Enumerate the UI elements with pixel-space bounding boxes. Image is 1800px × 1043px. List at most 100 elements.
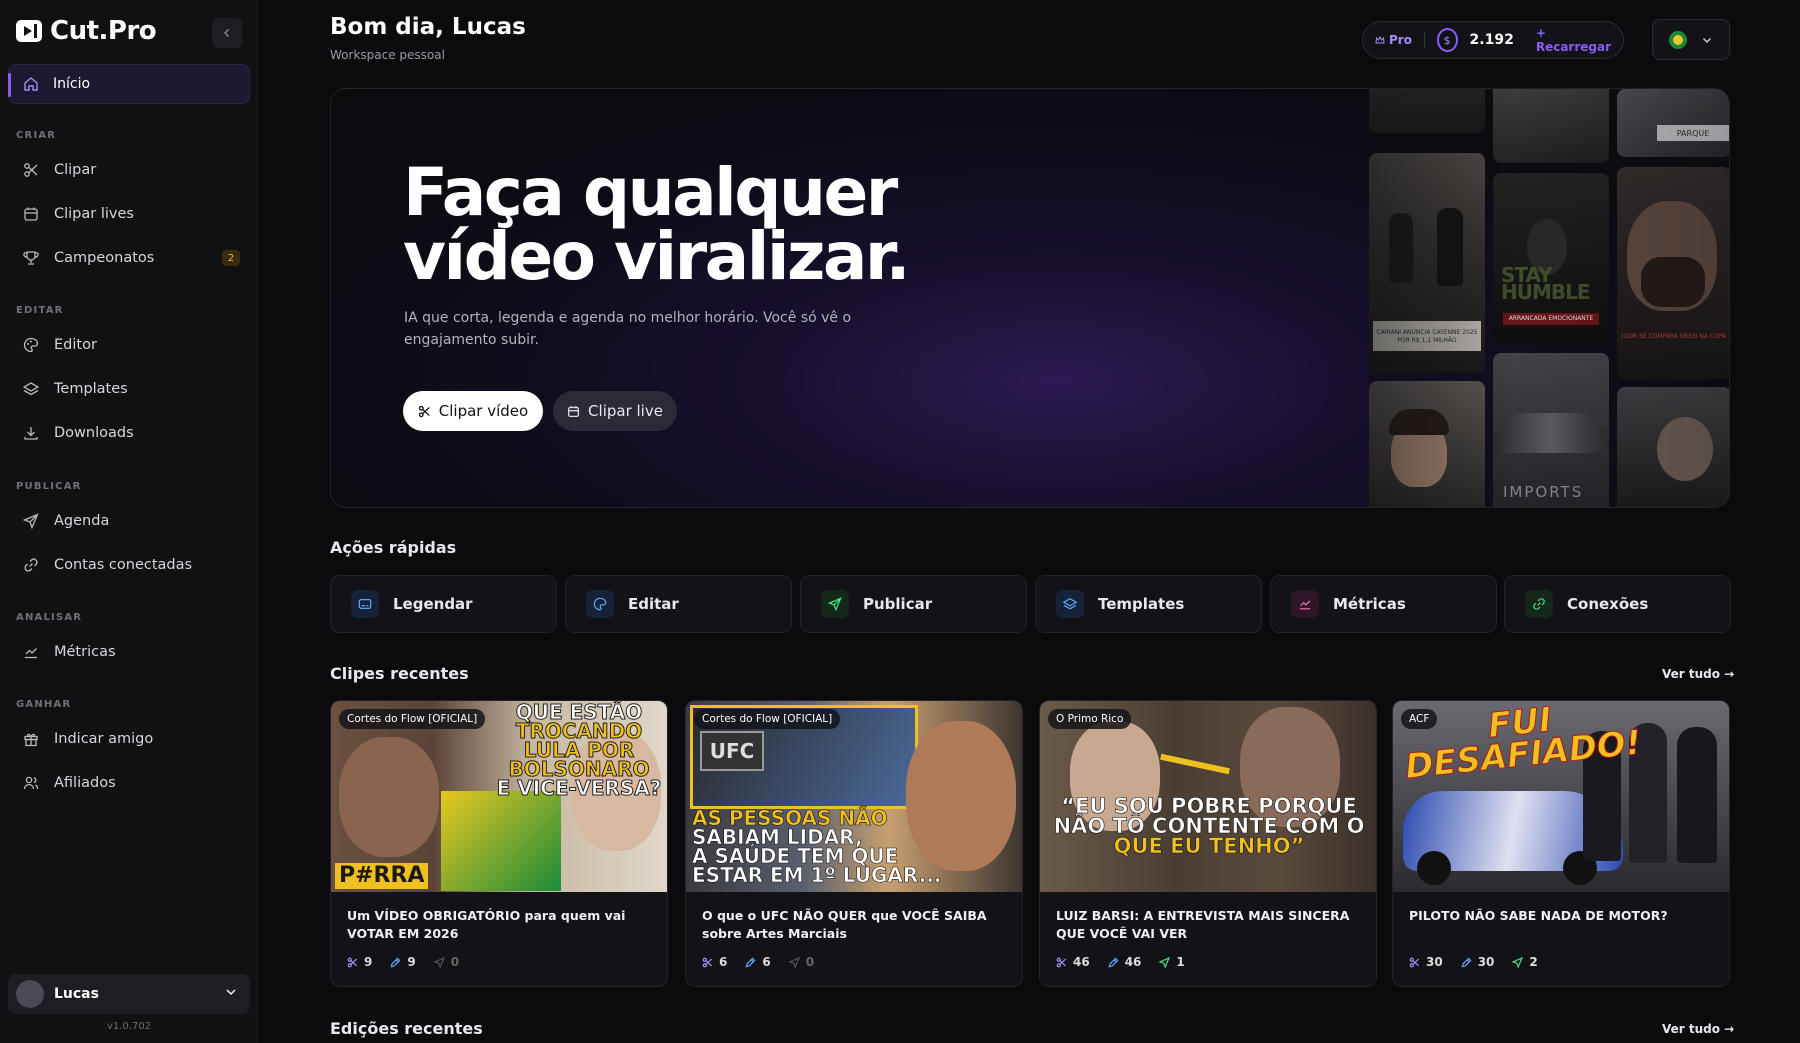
user-menu-button[interactable]: Lucas — [8, 974, 250, 1014]
sidebar-item-editor[interactable]: Editor — [8, 325, 250, 365]
sidebar-item-label: Afiliados — [54, 775, 116, 791]
sidebar-item-downloads[interactable]: Downloads — [8, 413, 250, 453]
clip-stats: 9 9 0 — [347, 955, 459, 969]
edit-icon — [745, 956, 756, 967]
mosaic-tile — [1493, 89, 1609, 163]
clip-video-button[interactable]: Clipar vídeo — [403, 391, 543, 431]
tile-caption: IMPORTS — [1503, 483, 1584, 501]
tile-caption: STAY HUMBLE — [1501, 263, 1591, 304]
sidebar-item-home[interactable]: Início — [8, 64, 250, 104]
caption-icon — [351, 590, 379, 618]
sidebar-item-indicar-amigo[interactable]: Indicar amigo — [8, 719, 250, 759]
scissors-icon — [1056, 957, 1067, 967]
clip-stats: 46 46 1 — [1056, 955, 1185, 969]
users-icon — [22, 774, 40, 792]
recent-edits-title: Edições recentes — [330, 1019, 483, 1038]
send-icon — [821, 590, 849, 618]
send-icon — [788, 956, 800, 968]
see-all-edits-link[interactable]: Ver tudo → — [1662, 1022, 1734, 1036]
trophy-icon — [22, 249, 40, 267]
crown-icon — [1375, 35, 1385, 44]
quick-action-templates[interactable]: Templates — [1035, 575, 1262, 633]
quick-action-label: Templates — [1098, 595, 1185, 613]
sidebar-item-agenda[interactable]: Agenda — [8, 501, 250, 541]
user-name: Lucas — [54, 986, 99, 1002]
quick-action-label: Métricas — [1333, 595, 1406, 613]
chevron-down-icon — [226, 989, 236, 996]
quick-action-metricas[interactable]: Métricas — [1270, 575, 1497, 633]
mosaic-tile — [1369, 89, 1485, 133]
clip-thumbnail: UFC AS PESSOAS NÃO SABIAM LIDAR, A SAÚDE… — [686, 701, 1022, 892]
clip-card[interactable]: UFC AS PESSOAS NÃO SABIAM LIDAR, A SAÚDE… — [685, 700, 1023, 987]
tile-caption: PARQUE — [1657, 125, 1729, 141]
sidebar-item-label: Clipar — [54, 162, 97, 178]
clip-count: 6 — [719, 955, 728, 969]
sidebar-item-clipar[interactable]: Clipar — [8, 150, 250, 190]
section-title-editar: EDITAR — [16, 305, 64, 316]
link-icon — [1525, 590, 1553, 618]
mosaic-tile: IMPORTS — [1493, 353, 1609, 507]
plan-badge[interactable]: Pro — [1375, 33, 1412, 47]
clip-live-button[interactable]: Clipar live — [553, 391, 677, 431]
mosaic-tile: IGOR SE COMPARA NESSI NA COPA — [1617, 167, 1729, 379]
clip-thumbnail: “EU SOU POBRE PORQUE NÃO TÔ CONTENTE COM… — [1040, 701, 1376, 892]
sidebar-item-label: Agenda — [54, 513, 110, 529]
palette-icon — [586, 590, 614, 618]
thumbnail-text: AS PESSOAS NÃO SABIAM LIDAR, A SAÚDE TEM… — [692, 806, 942, 887]
sidebar-item-label: Indicar amigo — [54, 731, 154, 747]
sidebar-item-metricas[interactable]: Métricas — [8, 632, 250, 672]
quick-action-label: Legendar — [393, 595, 473, 613]
layers-icon — [1056, 590, 1084, 618]
quick-action-conexoes[interactable]: Conexões — [1504, 575, 1731, 633]
hero-banner: CARIANI ANUNCIA CAYENNE 2025 POR R$ 1,1 … — [330, 88, 1730, 508]
sidebar-item-clipar-lives[interactable]: Clipar lives — [8, 194, 250, 234]
chevron-down-icon — [1702, 37, 1712, 43]
edit-icon — [390, 956, 401, 967]
credits-count: 2.192 — [1469, 32, 1514, 48]
send-icon — [433, 956, 445, 968]
edit-count: 6 — [762, 955, 771, 969]
channel-badge: Cortes do Flow [OFICIAL] — [339, 709, 486, 729]
app-logo[interactable]: Cut.Pro — [16, 16, 157, 46]
clip-card[interactable]: FUI DESAFIADO! ACF PILOTO NÃO SABE NADA … — [1392, 700, 1730, 987]
workspace-label: Workspace pessoal — [330, 48, 445, 62]
clip-stats: 30 30 2 — [1409, 955, 1538, 969]
download-icon — [22, 424, 40, 442]
clip-card[interactable]: “EU SOU POBRE PORQUE NÃO TÔ CONTENTE COM… — [1039, 700, 1377, 987]
divider — [1423, 31, 1425, 49]
sidebar-item-contas-conectadas[interactable]: Contas conectadas — [8, 545, 250, 585]
tile-caption: CARIANI ANUNCIA CAYENNE 2025 POR R$ 1,1 … — [1376, 329, 1478, 344]
quick-action-legendar[interactable]: Legendar — [330, 575, 557, 633]
language-selector[interactable] — [1652, 19, 1730, 60]
plan-name: Pro — [1389, 33, 1412, 47]
recharge-button[interactable]: + Recarregar — [1536, 26, 1611, 54]
quick-action-label: Publicar — [863, 595, 933, 613]
sidebar-item-label: Métricas — [54, 644, 116, 660]
clip-card[interactable]: QUE ESTÃO TROCANDO LULA POR BOLSONARO E … — [330, 700, 668, 987]
sidebar-item-campeonatos[interactable]: Campeonatos 2 — [8, 238, 250, 278]
sidebar-item-afiliados[interactable]: Afiliados — [8, 763, 250, 803]
quick-action-editar[interactable]: Editar — [565, 575, 792, 633]
quick-action-label: Editar — [628, 595, 679, 613]
post-count: 1 — [1176, 955, 1185, 969]
clip-title: Um VÍDEO OBRIGATÓRIO para quem vai VOTAR… — [347, 908, 626, 941]
sidebar-item-label: Contas conectadas — [54, 557, 193, 573]
collapse-sidebar-button[interactable] — [212, 18, 242, 48]
send-icon — [22, 512, 40, 530]
post-count: 0 — [450, 955, 460, 969]
hero-subtitle: IA que corta, legenda e agenda no melhor… — [404, 310, 852, 348]
section-title-criar: CRIAR — [16, 130, 57, 141]
recent-clips-title: Clipes recentes — [330, 664, 469, 683]
quick-action-publicar[interactable]: Publicar — [800, 575, 1027, 633]
tile-caption: ARRANCADA EMOCIONANTE — [1508, 315, 1594, 322]
brazil-flag-icon — [1669, 30, 1687, 49]
calendar-icon — [22, 205, 40, 223]
credits-bar: Pro $ 2.192 + Recarregar — [1362, 21, 1624, 59]
sidebar-item-templates[interactable]: Templates — [8, 369, 250, 409]
see-all-clips-link[interactable]: Ver tudo → — [1662, 667, 1734, 681]
clip-title: LUIZ BARSI: A ENTREVISTA MAIS SINCERA QU… — [1056, 908, 1350, 941]
count-badge: 2 — [222, 250, 240, 266]
edit-count: 30 — [1477, 955, 1495, 969]
thumbnail-tag: UFC — [700, 731, 764, 771]
edit-count: 46 — [1124, 955, 1142, 969]
